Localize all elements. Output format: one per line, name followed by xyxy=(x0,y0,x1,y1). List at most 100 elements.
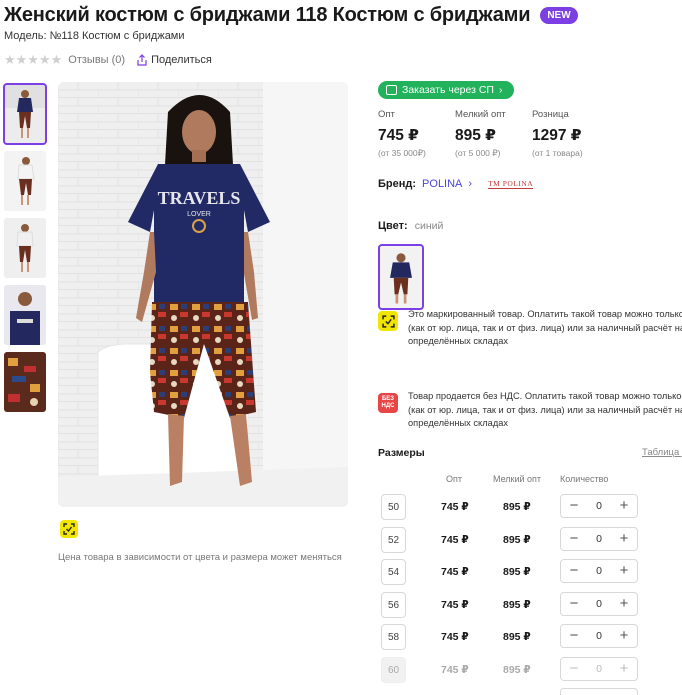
purchase-panel: Заказать через СП › Опт 745 ₽ (от 35 000… xyxy=(378,0,682,695)
quantity-stepper[interactable] xyxy=(560,688,638,695)
plus-icon[interactable]: + xyxy=(617,498,631,513)
product-model: Модель: №118 Костюм с бриджами xyxy=(4,30,185,42)
thumbnail[interactable] xyxy=(3,83,47,145)
column-header-small-opt: Мелкий опт xyxy=(493,474,542,484)
color-label: Цвет: xyxy=(378,220,408,232)
quantity-value: 0 xyxy=(596,663,602,675)
quantity-value[interactable]: 0 xyxy=(596,598,602,610)
price-note: Цена товара в зависимости от цвета и раз… xyxy=(58,552,342,563)
size-row: 50 745 ₽ 895 ₽ − 0 + xyxy=(378,494,682,520)
size-opt-price: 745 ₽ xyxy=(441,534,469,546)
marking-icon xyxy=(378,311,398,331)
price-tier-condition: (от 5 000 ₽) xyxy=(455,148,501,158)
quantity-value[interactable]: 0 xyxy=(596,533,602,545)
cart-icon xyxy=(386,85,397,95)
chevron-right-icon: › xyxy=(498,84,503,96)
size-option[interactable]: 52 xyxy=(381,527,406,553)
thumbnail[interactable] xyxy=(4,285,46,345)
plus-icon[interactable]: + xyxy=(617,628,631,643)
no-vat-notice: БЕЗ НДС Товар продается без НДС. Оплатит… xyxy=(378,390,682,431)
minus-icon[interactable]: − xyxy=(567,563,581,578)
notice-line: (как от юр. лица, так и от физ. лица) ил… xyxy=(408,404,682,415)
size-option[interactable]: 56 xyxy=(381,592,406,618)
size-table-link[interactable]: Таблица р xyxy=(642,447,682,458)
price-tier-value: 745 ₽ xyxy=(378,127,419,144)
minus-icon[interactable]: − xyxy=(567,498,581,513)
size-small-opt-price: 895 ₽ xyxy=(503,664,531,676)
notice-line: определённых складах xyxy=(408,336,509,346)
shirt-print-title: TRAVELS xyxy=(158,188,241,208)
quantity-stepper: − 0 + xyxy=(560,559,638,583)
shirt-print-sub: LOVER xyxy=(187,211,211,218)
size-small-opt-price: 895 ₽ xyxy=(503,599,531,611)
color-value: синий xyxy=(414,220,444,232)
notice-line: (как от юр. лица, так и от физ. лица) ил… xyxy=(408,322,682,333)
minus-icon[interactable]: − xyxy=(567,596,581,611)
brand-link[interactable]: POLINA xyxy=(422,178,462,190)
size-row: 58 745 ₽ 895 ₽ − 0 + xyxy=(378,624,682,650)
size-row xyxy=(378,688,682,695)
quantity-value[interactable]: 0 xyxy=(596,565,602,577)
size-option[interactable]: 58 xyxy=(381,624,406,650)
price-tier-label: Розница xyxy=(532,109,569,120)
share-label: Поделиться xyxy=(151,54,212,66)
price-tier-value: 895 ₽ xyxy=(455,127,496,144)
price-tier-condition: (от 35 000₽) xyxy=(378,148,426,158)
main-product-photo[interactable]: TRAVELS LOVER xyxy=(58,82,348,507)
plus-icon[interactable]: + xyxy=(617,563,631,578)
quantity-stepper: − 0 + xyxy=(560,494,638,518)
minus-icon[interactable]: − xyxy=(567,531,581,546)
size-opt-price: 745 ₽ xyxy=(441,664,469,676)
share-icon xyxy=(137,54,147,66)
size-opt-price: 745 ₽ xyxy=(441,566,469,578)
size-opt-price: 745 ₽ xyxy=(441,631,469,643)
size-option[interactable]: 54 xyxy=(381,559,406,585)
order-via-sp-label: Заказать через СП xyxy=(402,84,494,96)
quantity-stepper: − 0 + xyxy=(560,527,638,551)
color-swatch-blue[interactable] xyxy=(378,244,424,310)
quantity-stepper: − 0 + xyxy=(560,657,638,681)
price-tier-label: Опт xyxy=(378,109,395,120)
notice-line: определённых складах xyxy=(408,418,509,428)
notice-line: Товар продается без НДС. Оплатить такой … xyxy=(408,391,682,401)
size-row: 54 745 ₽ 895 ₽ − 0 + xyxy=(378,559,682,585)
price-tier: Розница 1297 ₽ (от 1 товара) xyxy=(532,109,609,159)
sizes-header: Размеры Таблица р xyxy=(378,447,682,459)
rating-row: ★★★★★ Отзывы (0) Поделиться xyxy=(4,52,212,68)
marking-icon xyxy=(60,520,78,538)
notice-line: Это маркированный товар. Оплатить такой … xyxy=(408,309,682,319)
price-tier-label: Мелкий опт xyxy=(455,109,506,120)
minus-icon: − xyxy=(569,660,579,677)
thumbnail-strip xyxy=(3,83,47,419)
price-tier-condition: (от 1 товара) xyxy=(532,148,583,158)
share-button[interactable]: Поделиться xyxy=(137,54,212,66)
size-option: 60 xyxy=(381,657,406,683)
quantity-value[interactable]: 0 xyxy=(596,500,602,512)
plus-icon[interactable]: + xyxy=(617,596,631,611)
size-small-opt-price: 895 ₽ xyxy=(503,566,531,578)
size-small-opt-price: 895 ₽ xyxy=(503,501,531,513)
price-tiers: Опт 745 ₽ (от 35 000₽) Мелкий опт 895 ₽ … xyxy=(378,109,609,159)
sizes-label: Размеры xyxy=(378,447,425,459)
size-opt-price: 745 ₽ xyxy=(441,501,469,513)
plus-icon[interactable]: + xyxy=(617,531,631,546)
size-option[interactable]: 50 xyxy=(381,494,406,520)
color-row: Цвет: синий xyxy=(378,220,443,232)
price-tier: Мелкий опт 895 ₽ (от 5 000 ₽) xyxy=(455,109,532,159)
price-tier-value: 1297 ₽ xyxy=(532,127,582,144)
brand-logo[interactable]: TM POLINA xyxy=(488,179,534,189)
thumbnail[interactable] xyxy=(4,352,46,412)
size-row: 52 745 ₽ 895 ₽ − 0 + xyxy=(378,527,682,553)
reviews-link[interactable]: Отзывы (0) xyxy=(68,54,125,66)
marking-notice: Это маркированный товар. Оплатить такой … xyxy=(378,308,682,349)
quantity-value[interactable]: 0 xyxy=(596,630,602,642)
rating-stars-icon: ★★★★★ xyxy=(4,52,63,67)
order-via-sp-button[interactable]: Заказать через СП › xyxy=(378,81,515,99)
price-tier: Опт 745 ₽ (от 35 000₽) xyxy=(378,109,455,159)
column-header-opt: Опт xyxy=(446,474,462,484)
thumbnail[interactable] xyxy=(4,218,46,278)
size-opt-price: 745 ₽ xyxy=(441,599,469,611)
minus-icon[interactable]: − xyxy=(567,628,581,643)
brand-row: Бренд: POLINA › TM POLINA xyxy=(378,178,534,190)
thumbnail[interactable] xyxy=(4,151,46,211)
